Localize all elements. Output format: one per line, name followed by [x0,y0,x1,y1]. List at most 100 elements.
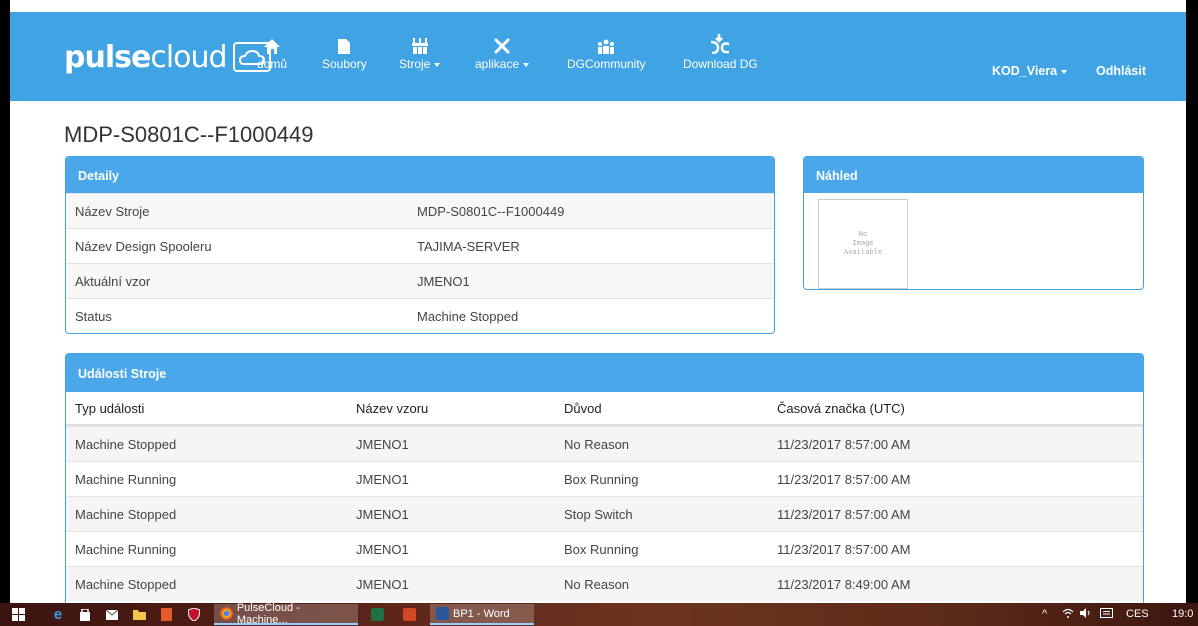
events-table-body: Machine Stopped JMENO1 No Reason 11/23/2017… [66,426,1143,601]
event-reason: Box Running [564,542,639,557]
detail-value: TAJIMA-SERVER [417,239,520,254]
detail-label: Aktuální vzor [75,274,151,289]
browser-viewport: pulsecloud domů Soubory Stroje aplikace … [10,0,1186,603]
detail-row: Aktuální vzor JMENO1 [66,263,774,298]
details-table: Název Stroje MDP-S0801C--F1000449 Název D… [66,193,774,333]
taskbar-word-window[interactable]: BP1 - Word [430,604,534,625]
events-table-header: Typ události Název vzoru Důvod Časová zn… [66,392,1143,426]
preview-panel-heading: Náhled [804,157,1143,193]
no-image-text: Available [844,248,882,256]
user-menu[interactable]: KOD_Viera [992,64,1068,78]
nav-files-label: Soubory [322,57,367,71]
event-reason: Stop Switch [564,507,633,522]
taskbar-task-label: BP1 - Word [453,607,510,620]
home-icon [264,32,281,54]
event-timestamp: 11/23/2017 8:57:00 AM [777,437,911,452]
nav-download[interactable]: Download DG [683,32,758,92]
column-header[interactable]: Název vzoru [356,401,428,416]
brand-name: pulsecloud [64,39,228,75]
detail-label: Název Design Spooleru [75,239,212,254]
pattern-name: JMENO1 [356,577,409,592]
event-timestamp: 11/23/2017 8:57:00 AM [777,542,911,557]
nav-files[interactable]: Soubory [322,32,367,92]
nav-apps[interactable]: aplikace [475,32,530,92]
windows-taskbar: e PulseCloud - Machine... BP1 - Word ^ C… [0,601,1198,626]
event-type: Machine Stopped [75,577,177,592]
wifi-icon[interactable] [1062,608,1074,621]
edge-browser-icon[interactable]: e [50,606,66,623]
language-indicator[interactable]: CES [1126,608,1149,620]
file-explorer-icon[interactable] [131,606,147,623]
shield-icon[interactable] [186,606,202,623]
table-row: Machine Stopped JMENO1 No Reason 11/23/2017… [66,566,1143,601]
nav-download-label: Download DG [683,57,758,71]
column-header[interactable]: Typ události [75,401,144,416]
store-icon[interactable] [77,606,93,623]
volume-icon[interactable] [1080,608,1092,621]
notifications-icon[interactable] [1100,608,1113,622]
chevron-down-icon [434,62,441,67]
nav-machines-label: Stroje [399,57,441,71]
file-icon [338,32,351,54]
preview-panel: Náhled No Image Available [803,156,1144,290]
events-panel-heading: Události Stroje [66,354,1143,392]
chevron-down-icon [523,62,530,67]
chevron-up-icon[interactable]: ^ [1042,608,1047,620]
community-icon [597,32,615,54]
pattern-name: JMENO1 [356,472,409,487]
table-row: Machine Running JMENO1 Box Running 11/23/20… [66,531,1143,566]
brand-logo[interactable]: pulsecloud [64,39,271,75]
nav-machines[interactable]: Stroje [399,32,441,92]
windows-start-icon[interactable] [10,606,26,623]
excel-icon[interactable] [368,606,386,623]
detail-row: Status Machine Stopped [66,298,774,333]
taskbar-chrome-window[interactable]: PulseCloud - Machine... [214,601,358,626]
app-icon[interactable] [158,606,174,623]
column-header[interactable]: Časová značka (UTC) [777,401,905,416]
nav-home-label: domů [257,57,288,71]
detail-value: MDP-S0801C--F1000449 [417,204,565,219]
nav-community[interactable]: DGCommunity [567,32,646,92]
details-panel-heading: Detaily [66,157,774,193]
events-panel: Události Stroje Typ události Název vzoru… [65,353,1144,603]
user-name: KOD_Viera [992,64,1058,78]
event-type: Machine Stopped [75,437,177,452]
page-title: MDP-S0801C--F1000449 [64,122,314,147]
mail-icon[interactable] [104,606,120,623]
no-image-placeholder: No Image Available [818,199,908,289]
pattern-name: JMENO1 [356,507,409,522]
event-type: Machine Running [75,542,177,557]
logout-link[interactable]: Odhlásit [1096,64,1146,78]
detail-value: Machine Stopped [417,309,519,324]
detail-row: Název Stroje MDP-S0801C--F1000449 [66,193,774,228]
detail-label: Status [75,309,112,324]
detail-label: Název Stroje [75,204,150,219]
event-type: Machine Stopped [75,507,177,522]
nav-community-label: DGCommunity [567,57,646,71]
nav-home[interactable]: domů [257,32,287,92]
details-panel: Detaily Název Stroje MDP-S0801C--F1000449… [65,156,775,334]
table-row: Machine Stopped JMENO1 Stop Switch 11/23/20… [66,496,1143,531]
tools-icon [494,32,510,54]
chevron-down-icon [1061,69,1068,74]
machines-icon [411,32,428,54]
table-row: Machine Running JMENO1 Box Running 11/23/20… [66,461,1143,496]
taskbar-task-label: PulseCloud - Machine... [236,601,300,626]
detail-value: JMENO1 [417,274,470,289]
event-reason: Box Running [564,472,639,487]
event-type: Machine Running [75,472,177,487]
top-navbar: pulsecloud domů Soubory Stroje aplikace … [10,12,1186,101]
pattern-name: JMENO1 [356,437,409,452]
event-timestamp: 11/23/2017 8:57:00 AM [777,472,911,487]
clock[interactable]: 19:0 [1172,608,1193,620]
event-reason: No Reason [564,437,630,452]
detail-row: Název Design Spooleru TAJIMA-SERVER [66,228,774,263]
no-image-text: No [858,230,868,238]
nav-apps-label: aplikace [475,57,530,71]
column-header[interactable]: Důvod [564,401,602,416]
powerpoint-icon[interactable] [400,606,418,623]
download-dg-icon [709,32,731,54]
pattern-name: JMENO1 [356,542,409,557]
event-timestamp: 11/23/2017 8:57:00 AM [777,507,911,522]
word-icon [436,607,449,620]
